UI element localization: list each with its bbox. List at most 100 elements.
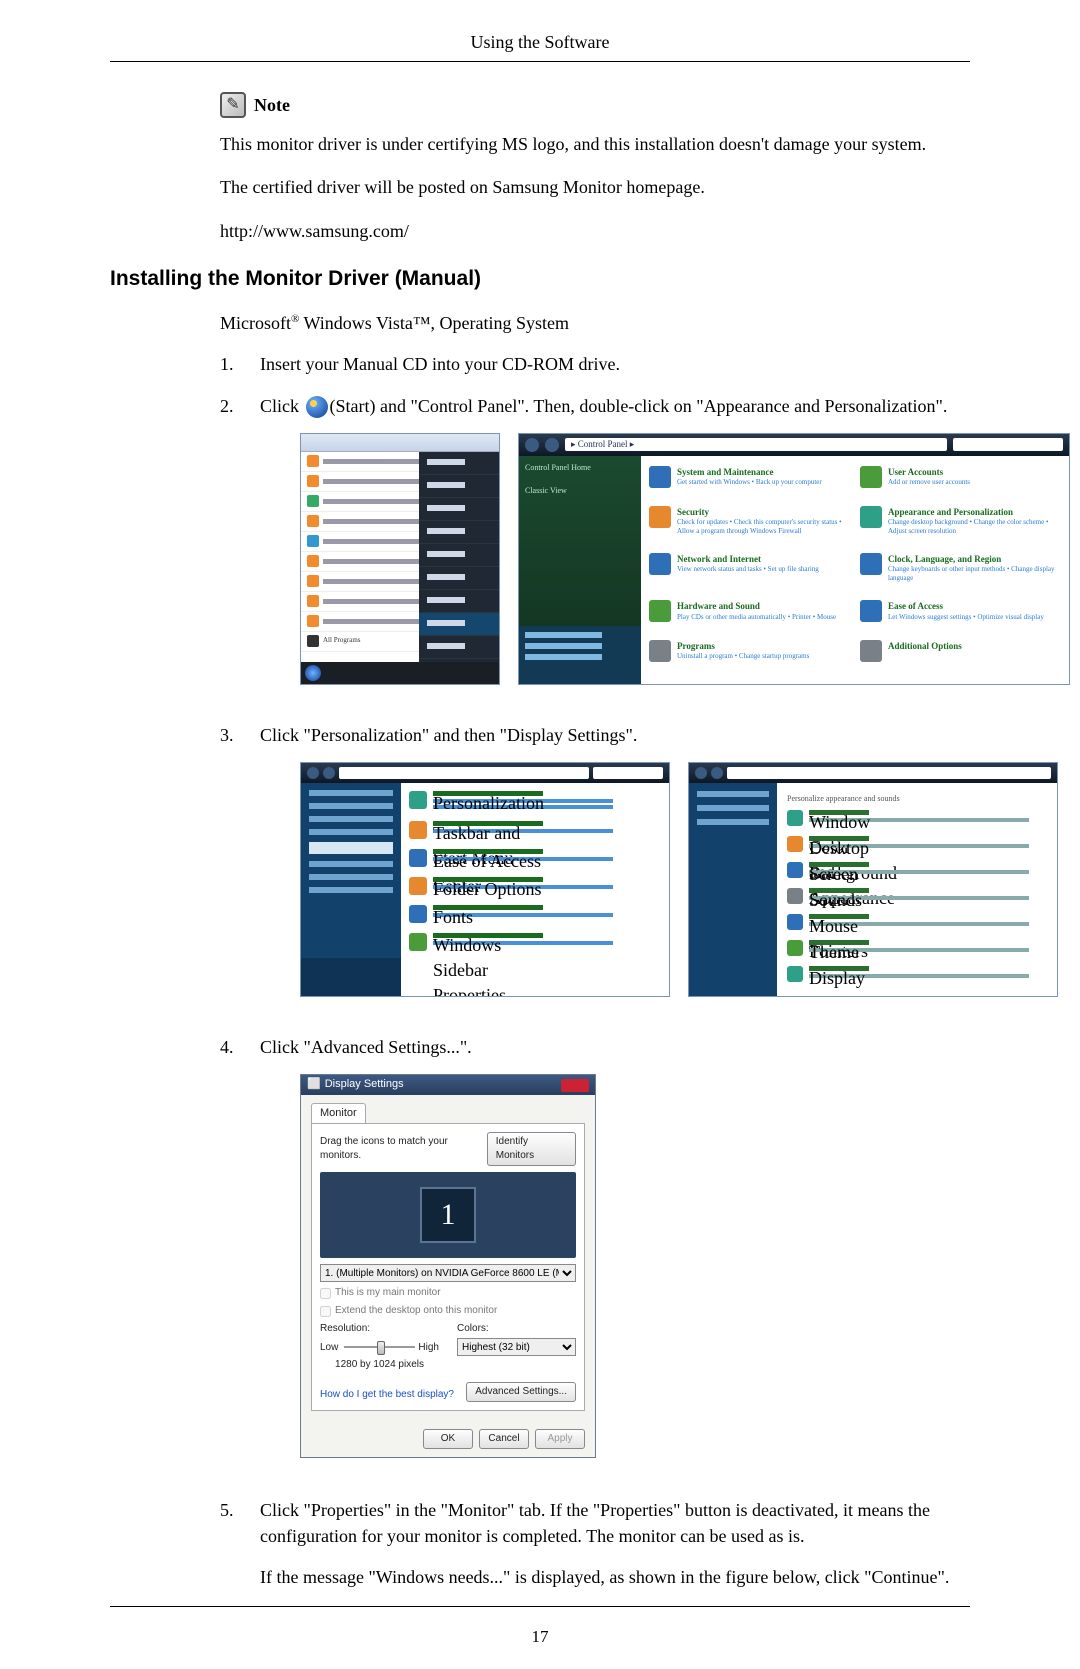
step-3-number: 3.: [220, 723, 238, 1019]
step-2-text-b: (Start) and "Control Panel". Then, doubl…: [330, 396, 948, 416]
note-line-3: http://www.samsung.com/: [220, 219, 970, 244]
resolution-slider[interactable]: Low High: [320, 1338, 439, 1356]
start-control-panel-item[interactable]: [419, 613, 499, 636]
step-2: 2. Click (Start) and "Control Panel". Th…: [220, 394, 970, 707]
note-line-2: The certified driver will be posted on S…: [220, 175, 970, 200]
appearance-sidebar: [301, 783, 401, 996]
screenshot-control-panel: ▸ Control Panel ▸ Control Panel Home Cla…: [518, 433, 1070, 685]
tab-monitor[interactable]: Monitor: [311, 1103, 366, 1123]
pers-mouse[interactable]: Mouse Pointers: [787, 914, 1047, 930]
cp-item-hardware[interactable]: Hardware and SoundPlay CDs or other medi…: [649, 600, 850, 634]
dialog-title: Display Settings: [321, 1077, 561, 1092]
cp-address-bar[interactable]: ▸ Control Panel ▸: [565, 438, 947, 451]
appearance-item-personalization[interactable]: Personalization: [409, 791, 661, 811]
screenshot-personalization: Personalize appearance and sounds Window…: [688, 762, 1058, 997]
appearance-item-sidebar[interactable]: Windows Sidebar Properties: [409, 933, 661, 951]
cp-search-input[interactable]: [953, 438, 1063, 451]
nav-forward-icon[interactable]: [711, 767, 723, 779]
step-2-screenshots: All Programs: [300, 433, 1070, 685]
pers-sounds[interactable]: Sounds: [787, 888, 1047, 904]
dialog-title-icon: ⬜: [307, 1077, 321, 1092]
advanced-settings-button[interactable]: Advanced Settings...: [466, 1382, 576, 1402]
cancel-button[interactable]: Cancel: [479, 1429, 529, 1449]
cp-item-clock[interactable]: Clock, Language, and RegionChange keyboa…: [860, 553, 1061, 594]
note-line-1: This monitor driver is under certifying …: [220, 132, 970, 157]
appearance-item-ease[interactable]: Ease of Access Center: [409, 849, 661, 867]
start-all-programs[interactable]: All Programs: [323, 636, 419, 646]
section-heading: Installing the Monitor Driver (Manual): [110, 264, 970, 293]
appearance-item-folder[interactable]: Folder Options: [409, 877, 661, 895]
apply-button[interactable]: Apply: [535, 1429, 585, 1449]
step-3: 3. Click "Personalization" and then "Dis…: [220, 723, 970, 1019]
cp-item-user-accounts[interactable]: User AccountsAdd or remove user accounts: [860, 466, 1061, 500]
cp-sidebar-title[interactable]: Control Panel Home: [519, 456, 641, 479]
ok-button[interactable]: OK: [423, 1429, 473, 1449]
step-1: 1. Insert your Manual CD into your CD-RO…: [220, 352, 970, 377]
cp-sidebar-classic[interactable]: Classic View: [519, 479, 641, 502]
step-4-text: Click "Advanced Settings...".: [260, 1037, 472, 1057]
pers-display-settings[interactable]: Display Settings: [787, 966, 1047, 982]
identify-monitors-button[interactable]: Identify Monitors: [487, 1132, 576, 1166]
dialog-close-button[interactable]: [561, 1079, 589, 1092]
pers-desktop-bg[interactable]: Desktop Background: [787, 836, 1047, 852]
screenshot-display-settings-dialog: ⬜ Display Settings Monitor Drag the icon…: [300, 1074, 596, 1458]
nav-forward-icon[interactable]: [323, 767, 335, 779]
monitor-preview[interactable]: 1: [320, 1172, 576, 1258]
step-2-text: Click (Start) and "Control Panel". Then,…: [260, 394, 1070, 707]
step-1-text: Insert your Manual CD into your CD-ROM d…: [260, 352, 970, 377]
addr-bar[interactable]: [339, 767, 589, 779]
step-4-number: 4.: [220, 1035, 238, 1483]
search-input[interactable]: [593, 767, 663, 779]
cp-recent-tasks: [519, 626, 641, 684]
colors-select[interactable]: Highest (32 bit): [457, 1338, 576, 1356]
step-3-text: Click "Personalization" and then "Displa…: [260, 725, 637, 745]
drag-monitors-text: Drag the icons to match your monitors.: [320, 1135, 487, 1163]
nav-back-icon[interactable]: [695, 767, 707, 779]
nav-forward-icon[interactable]: [545, 438, 559, 452]
colors-label: Colors:: [457, 1322, 576, 1336]
cp-item-additional[interactable]: Additional Options: [860, 640, 1061, 674]
step-2-number: 2.: [220, 394, 238, 707]
best-display-link[interactable]: How do I get the best display?: [320, 1388, 454, 1402]
sidebar-current[interactable]: [309, 842, 393, 854]
monitor-select[interactable]: 1. (Multiple Monitors) on NVIDIA GeForce…: [320, 1264, 576, 1282]
step-1-number: 1.: [220, 352, 238, 377]
cp-item-appearance[interactable]: Appearance and PersonalizationChange des…: [860, 506, 1061, 547]
cp-item-ease[interactable]: Ease of AccessLet Windows suggest settin…: [860, 600, 1061, 634]
step-4: 4. Click "Advanced Settings...". ⬜ Displ…: [220, 1035, 970, 1483]
step-5-text-a: Click "Properties" in the "Monitor" tab.…: [260, 1498, 970, 1548]
step-5: 5. Click "Properties" in the "Monitor" t…: [220, 1498, 970, 1590]
personalization-heading: Personalize appearance and sounds: [787, 793, 1047, 804]
pers-screensaver[interactable]: Screen Saver: [787, 862, 1047, 878]
personalization-sidebar: [689, 783, 777, 996]
slider-low: Low: [320, 1341, 338, 1355]
appearance-item-fonts[interactable]: Fonts: [409, 905, 661, 923]
note-icon: ✎: [220, 92, 246, 118]
intro-prefix: Microsoft: [220, 313, 291, 333]
screenshot-start-menu: All Programs: [300, 433, 500, 685]
taskbar-start-orb-icon[interactable]: [305, 665, 321, 681]
addr-bar[interactable]: [727, 767, 1051, 779]
pers-theme[interactable]: Theme: [787, 940, 1047, 956]
section-intro: Microsoft® Windows Vista™, Operating Sys…: [220, 311, 970, 336]
cp-item-system[interactable]: System and MaintenanceGet started with W…: [649, 466, 850, 500]
chk-main-monitor[interactable]: This is my main monitor: [320, 1286, 576, 1300]
resolution-label: Resolution:: [320, 1322, 439, 1336]
pers-window-color[interactable]: Window Color and Appearance: [787, 810, 1047, 826]
chk-extend-desktop[interactable]: Extend the desktop onto this monitor: [320, 1304, 576, 1318]
nav-back-icon[interactable]: [307, 767, 319, 779]
nav-back-icon[interactable]: [525, 438, 539, 452]
step-5-text-b: If the message "Windows needs..." is dis…: [260, 1565, 970, 1590]
header-rule: [110, 61, 970, 62]
cp-item-programs[interactable]: ProgramsUninstall a program • Change sta…: [649, 640, 850, 674]
monitor-1-icon[interactable]: 1: [420, 1187, 476, 1243]
appearance-item-taskbar[interactable]: Taskbar and Start Menu: [409, 821, 661, 839]
cp-item-security[interactable]: SecurityCheck for updates • Check this c…: [649, 506, 850, 547]
page-header: Using the Software: [110, 30, 970, 61]
step-5-number: 5.: [220, 1498, 238, 1590]
page-number: 17: [110, 1625, 970, 1649]
intro-suffix: Windows Vista™, Operating System: [299, 313, 569, 333]
cp-item-network[interactable]: Network and InternetView network status …: [649, 553, 850, 594]
step-3-screenshots: Personalization Taskbar and Start Menu E…: [300, 762, 1058, 997]
slider-high: High: [418, 1341, 439, 1355]
